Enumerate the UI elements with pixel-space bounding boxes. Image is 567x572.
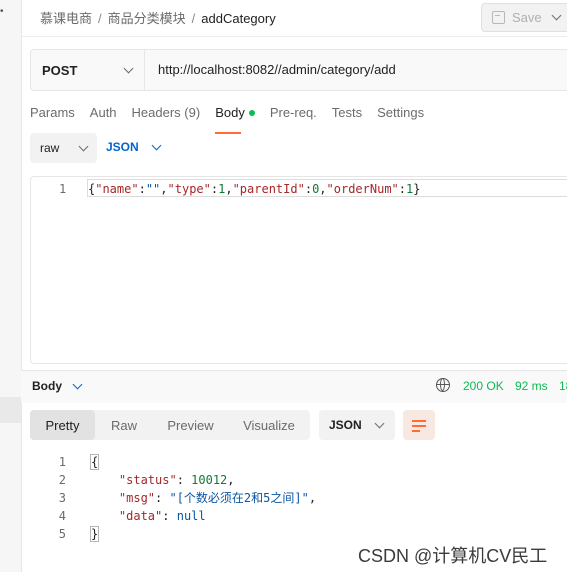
- save-icon: [492, 11, 505, 24]
- tab-body-label: Body: [215, 105, 245, 120]
- method-select[interactable]: POST: [31, 50, 145, 90]
- code-line: 5}: [58, 525, 316, 543]
- request-url-bar: POST http://localhost:8082//admin/catego…: [30, 49, 567, 91]
- save-options-button[interactable]: [546, 3, 567, 32]
- code-token: "": [145, 182, 161, 196]
- divider: [21, 36, 567, 37]
- code-token: "msg": [118, 491, 156, 505]
- method-label: POST: [42, 62, 78, 78]
- code-token: "name": [95, 182, 139, 196]
- response-size[interactable]: 18: [559, 379, 567, 393]
- tab-pretty[interactable]: Pretty: [30, 410, 95, 440]
- tab-pre-request[interactable]: Pre-req.: [270, 105, 317, 129]
- code-line: 3 "msg": "[个数必须在2和5之间]",: [58, 489, 316, 507]
- body-language-select[interactable]: JSON: [106, 140, 162, 154]
- line-number: 5: [58, 527, 66, 541]
- sidebar-selected-item[interactable]: [0, 397, 21, 423]
- tab-body[interactable]: Body: [215, 105, 255, 134]
- breadcrumb: 慕课电商 / 商品分类模块 / addCategory: [40, 8, 276, 27]
- body-modified-dot-icon: [248, 109, 255, 116]
- chevron-down-icon: [151, 140, 162, 150]
- chevron-down-icon: [123, 63, 134, 73]
- code-token: ,: [225, 182, 233, 196]
- request-tabs: Params Auth Headers (9) Body Pre-req. Te…: [30, 105, 439, 134]
- line-number: 2: [58, 473, 66, 487]
- breadcrumb-request[interactable]: addCategory: [201, 11, 275, 26]
- wrap-lines-button[interactable]: [403, 410, 435, 440]
- code-token: ,: [160, 182, 168, 196]
- code-token: "status": [118, 473, 177, 487]
- body-mode-label: raw: [40, 141, 60, 155]
- chevron-down-icon: [72, 379, 83, 389]
- more-icon[interactable]: •: [0, 6, 4, 17]
- code-token: 10012: [191, 473, 228, 487]
- line-number: 4: [58, 509, 66, 523]
- code-token: ,: [227, 473, 235, 487]
- line-number: 1: [59, 182, 67, 196]
- code-token: "type": [167, 182, 211, 196]
- body-language-label: JSON: [106, 140, 139, 154]
- status-badge[interactable]: 200 OK: [463, 379, 504, 393]
- code-line: 2 "status": 10012,: [58, 471, 316, 489]
- code-token: "[个数必须在2和5之间]": [169, 491, 309, 505]
- code-token: }: [90, 526, 100, 542]
- globe-icon[interactable]: [436, 378, 450, 392]
- code-token: ,: [308, 491, 317, 505]
- tab-params[interactable]: Params: [30, 105, 75, 129]
- code-token: :: [176, 473, 192, 487]
- breadcrumb-folder[interactable]: 商品分类模块: [108, 11, 186, 26]
- code-token: "parentId": [232, 182, 305, 196]
- url-input[interactable]: http://localhost:8082//admin/category/ad…: [158, 62, 396, 77]
- code-token: :: [304, 182, 313, 196]
- tab-visualize[interactable]: Visualize: [228, 410, 310, 440]
- code-token: "data": [118, 509, 163, 523]
- code-token: :: [138, 182, 146, 196]
- tab-preview[interactable]: Preview: [153, 410, 228, 440]
- wrap-lines-icon: [412, 420, 426, 422]
- chevron-down-icon: [374, 418, 385, 428]
- save-button-label: Save: [512, 10, 542, 25]
- response-section-select[interactable]: Body: [32, 379, 83, 393]
- body-code[interactable]: {"name":"","type":1,"parentId":0,"orderN…: [88, 182, 420, 196]
- body-editor[interactable]: 1 {"name":"","type":1,"parentId":0,"orde…: [30, 176, 567, 364]
- tab-raw[interactable]: Raw: [95, 410, 153, 440]
- response-body[interactable]: 1{ 2 "status": 10012, 3 "msg": "[个数必须在2和…: [58, 453, 316, 543]
- response-view-tabs: Pretty Raw Preview Visualize: [30, 410, 310, 440]
- response-format-select[interactable]: JSON: [319, 410, 395, 440]
- code-token: :: [398, 182, 407, 196]
- code-line: 1{: [58, 453, 316, 471]
- tab-tests[interactable]: Tests: [332, 105, 362, 129]
- code-token: {: [90, 454, 100, 470]
- code-token: :: [155, 491, 170, 505]
- response-format-label: JSON: [329, 418, 362, 432]
- chevron-down-icon: [78, 141, 89, 151]
- breadcrumb-collection[interactable]: 慕课电商: [40, 11, 92, 26]
- line-number: 3: [58, 491, 66, 505]
- code-token: "orderNum": [326, 182, 399, 196]
- body-mode-select[interactable]: raw: [30, 133, 97, 163]
- chevron-down-icon: [551, 10, 562, 21]
- code-token: null: [176, 509, 206, 523]
- watermark: CSDN @计算机CV民工: [358, 546, 548, 566]
- tab-headers[interactable]: Headers (9): [132, 105, 201, 129]
- tab-settings[interactable]: Settings: [377, 105, 424, 129]
- tab-auth[interactable]: Auth: [90, 105, 117, 129]
- response-time[interactable]: 92 ms: [515, 379, 548, 393]
- breadcrumb-separator: /: [191, 11, 196, 26]
- code-token: }: [413, 182, 421, 196]
- left-sidebar-strip: •: [0, 0, 22, 572]
- save-button[interactable]: Save: [481, 3, 547, 32]
- line-number: 1: [58, 455, 66, 469]
- breadcrumb-separator: /: [98, 11, 102, 26]
- response-section-label: Body: [32, 379, 62, 393]
- code-token: ,: [319, 182, 327, 196]
- code-token: :: [162, 509, 177, 523]
- code-line: 4 "data": null: [58, 507, 316, 525]
